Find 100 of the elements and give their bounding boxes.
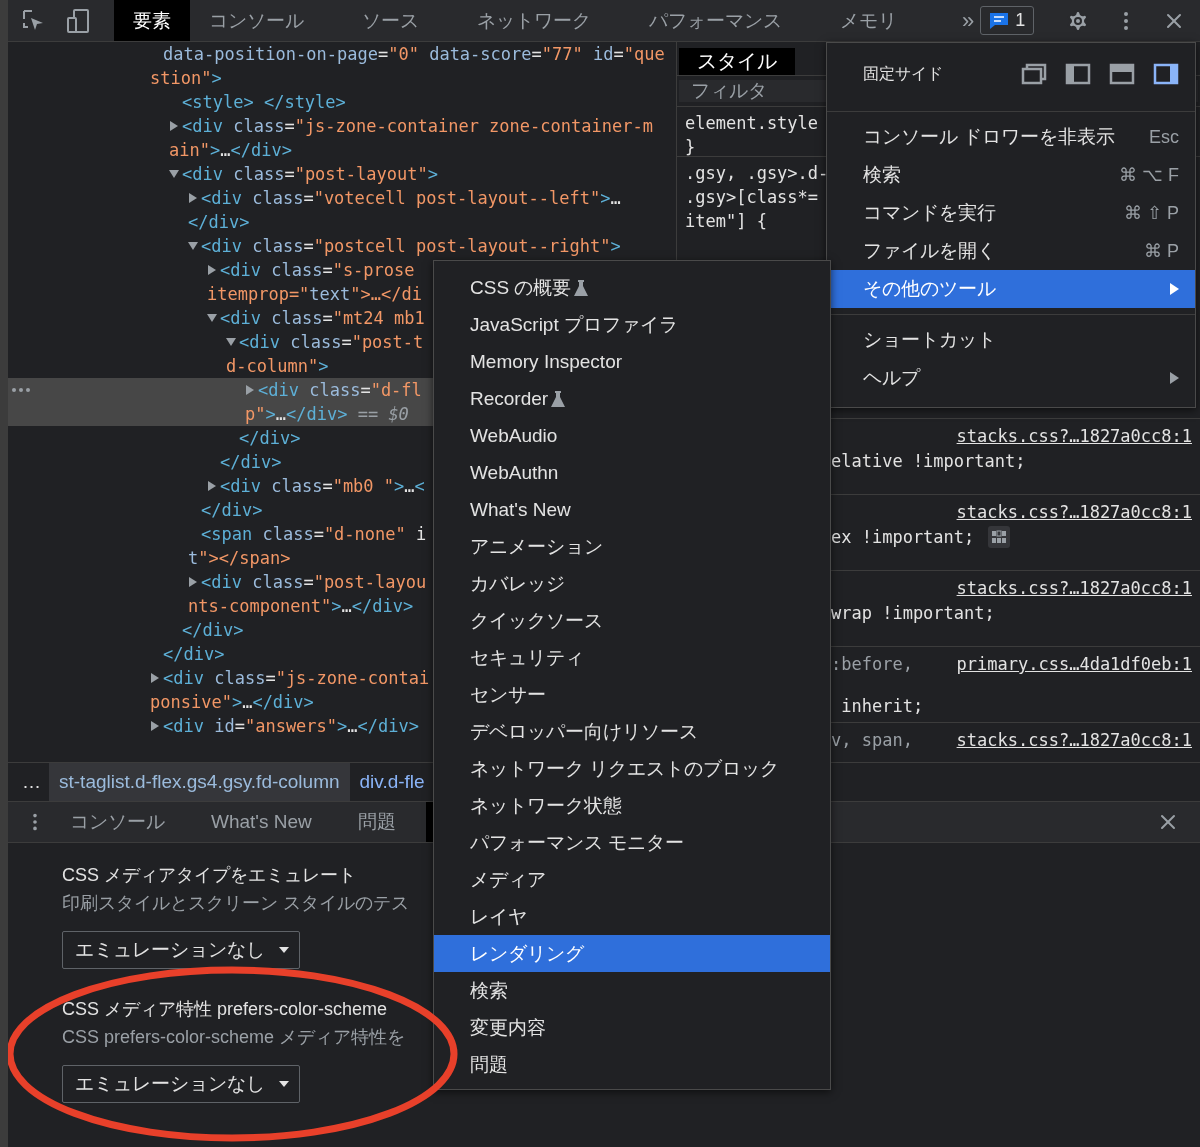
code-line: stion"> <box>150 67 222 90</box>
menu-item[interactable]: 変更内容 <box>434 1009 830 1046</box>
stylesheet-link[interactable]: stacks.css?…1827a0cc8:1 <box>956 727 1192 753</box>
code-line: <div class="js-zone-contai <box>163 667 430 690</box>
expand-arrow-icon[interactable] <box>169 121 179 131</box>
breadcrumb[interactable]: div.d-fle <box>349 763 435 801</box>
code-line: <div class="votecell post-layout--left">… <box>201 187 621 210</box>
menu-item[interactable]: 問題 <box>434 1046 830 1083</box>
expand-arrow-icon[interactable] <box>188 577 198 587</box>
menu-item[interactable]: コンソール ドロワーを非表示 Esc <box>827 118 1195 156</box>
code-line: p">…</div> == $0 <box>245 403 409 426</box>
menu-item[interactable]: ネットワーク状態 <box>434 787 830 824</box>
code-line: <div class="s-prose <box>220 259 415 282</box>
code-line: <style> </style> <box>182 91 346 114</box>
dots-icon[interactable] <box>12 388 30 392</box>
stylesheet-link[interactable]: stacks.css?…1827a0cc8:1 <box>956 499 1192 525</box>
breadcrumb[interactable]: st-taglist.d-flex.gs4.gsy.fd-column <box>49 763 350 801</box>
menu-item[interactable]: レンダリング <box>434 935 830 972</box>
expand-arrow-icon[interactable] <box>245 385 255 395</box>
code-line: <div class="post-layout"> <box>182 163 438 186</box>
code-line: <div class="post-layou <box>201 571 427 594</box>
issues-button[interactable]: 1 <box>980 6 1035 35</box>
code-line: <div class="mb0 ">…< <box>220 475 425 498</box>
menu-item[interactable]: 検索 ⌘ ⌥ F <box>827 156 1195 194</box>
menu-item[interactable]: カバレッジ <box>434 565 830 602</box>
code-line: d-column"> <box>226 355 329 378</box>
collapse-arrow-icon[interactable] <box>169 169 179 179</box>
menu-item[interactable]: センサー <box>434 676 830 713</box>
code-line: <div class="d-fl <box>258 379 422 402</box>
menu-item[interactable]: アニメーション <box>434 528 830 565</box>
menu-item[interactable]: コマンドを実行 ⌘ ⇧ P <box>827 194 1195 232</box>
menu-item[interactable]: クイックソース <box>434 602 830 639</box>
code-line: <div class="js-zone-container zone-container-m <box>182 115 653 138</box>
panel-tab[interactable]: パフォーマンス <box>630 0 801 41</box>
expand-arrow-icon[interactable] <box>207 481 217 491</box>
dock-undock-icon[interactable] <box>1021 63 1047 85</box>
css-line: element.style <box>685 112 819 135</box>
expand-arrow-icon[interactable] <box>150 721 160 731</box>
menu-item[interactable]: JavaScript プロファイラ <box>434 306 830 343</box>
flexbox-editor-icon[interactable] <box>988 526 1011 548</box>
menu-item[interactable]: ファイルを開く ⌘ P <box>827 232 1195 270</box>
sidebar-tab[interactable]: スタイル <box>679 48 795 75</box>
setting-description: 印刷スタイルとスクリーン スタイルのテス <box>62 892 409 915</box>
drawer-tab[interactable]: コンソール <box>54 802 181 842</box>
stylesheet-link[interactable]: stacks.css?…1827a0cc8:1 <box>956 423 1192 449</box>
code-line: <div class="post-t <box>239 331 424 354</box>
menu-item[interactable]: パフォーマンス モニター <box>434 824 830 861</box>
css-line: .gsy>[class*= <box>685 186 819 209</box>
code-line: ain">…</div> <box>169 139 292 162</box>
menu-item[interactable]: デベロッパー向けリソース <box>434 713 830 750</box>
setting-title: CSS メディア特性 prefers-color-scheme <box>62 998 388 1021</box>
dock-right-icon[interactable] <box>1153 63 1179 85</box>
stylesheet-link[interactable]: primary.css…4da1df0eb:1 <box>956 651 1192 677</box>
menu-item[interactable]: What's New <box>434 491 830 528</box>
code-line: <div class="postcell post-layout--right"> <box>201 235 621 258</box>
menu-item[interactable]: ショートカット <box>827 321 1195 359</box>
expand-arrow-icon[interactable] <box>207 265 217 275</box>
drawer-tab[interactable]: What's New <box>195 802 328 842</box>
expand-arrow-icon[interactable] <box>188 193 198 203</box>
issues-icon <box>989 11 1010 30</box>
menu-item[interactable]: Memory Inspector <box>434 343 830 380</box>
expand-arrow-icon[interactable] <box>150 673 160 683</box>
css-declaration: ex !important; <box>831 526 975 549</box>
panel-tab[interactable]: メモリ <box>821 0 916 41</box>
code-line: </div> <box>201 499 263 522</box>
css-line: .gsy, .gsy>.d- <box>685 162 829 185</box>
code-line: data-position-on-page="0" data-score="77" id="que <box>163 43 665 66</box>
menu-item[interactable]: セキュリティ <box>434 639 830 676</box>
code-line: t"></span> <box>188 547 291 570</box>
emulation-select[interactable]: エミュレーションなし <box>62 931 300 969</box>
menu-label: 固定サイド <box>863 63 943 84</box>
menu-item[interactable]: CSS の概要 <box>434 269 830 306</box>
menu-item[interactable]: WebAuthn <box>434 454 830 491</box>
collapse-arrow-icon[interactable] <box>207 313 217 323</box>
emulation-select[interactable]: エミュレーションなし <box>62 1065 300 1103</box>
drawer-tab[interactable]: 問題 <box>341 802 412 842</box>
panel-tab[interactable]: コンソール <box>190 0 323 41</box>
menu-item[interactable]: メディア <box>434 861 830 898</box>
code-line: </div> <box>182 619 244 642</box>
caret-icon <box>279 1081 289 1087</box>
device-toolbar-icon[interactable] <box>66 7 90 34</box>
stylesheet-link[interactable]: stacks.css?…1827a0cc8:1 <box>956 575 1192 601</box>
panel-tab[interactable]: ソース <box>343 0 438 41</box>
collapse-arrow-icon[interactable] <box>188 241 198 251</box>
breadcrumb-more[interactable]: … <box>8 771 49 793</box>
css-declaration: elative !important; <box>831 450 1026 473</box>
more-tabs-button[interactable]: » <box>956 6 981 35</box>
panel-tab[interactable]: ネットワーク <box>458 0 610 41</box>
code-line: ponsive">…</div> <box>150 691 314 714</box>
menu-item[interactable]: レイヤ <box>434 898 830 935</box>
menu-item[interactable]: ヘルプ <box>827 359 1195 397</box>
panel-tab[interactable]: 要素 <box>114 0 190 41</box>
dock-left-icon[interactable] <box>1065 63 1091 85</box>
menu-item[interactable]: ネットワーク リクエストのブロック <box>434 750 830 787</box>
dock-bottom-icon[interactable] <box>1109 63 1135 85</box>
code-line: itemprop="text">…</di <box>207 283 422 306</box>
code-line: <span class="d-none" i <box>201 523 427 546</box>
collapse-arrow-icon[interactable] <box>226 337 236 347</box>
menu-item[interactable]: 検索 <box>434 972 830 1009</box>
code-line: <div id="answers">…</div> <box>163 715 419 738</box>
